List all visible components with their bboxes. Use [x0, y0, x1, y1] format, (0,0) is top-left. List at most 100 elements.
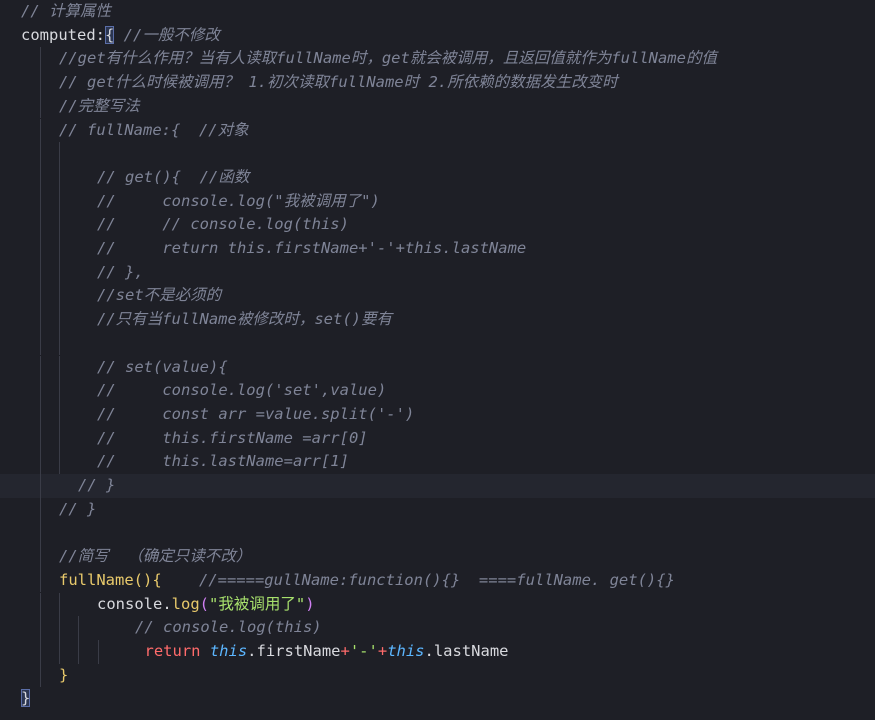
code-text: //完整写法: [59, 95, 140, 119]
code-line[interactable]: }: [0, 687, 875, 711]
code-line[interactable]: // get什么时候被调用？ 1.初次读取fullName时 2.所依赖的数据发…: [0, 71, 875, 95]
indent-guide: [59, 379, 60, 403]
code-token: }: [59, 665, 69, 684]
indent-guide: [40, 568, 41, 593]
code-text: console.log("我被调用了"): [97, 593, 315, 617]
code-token: +: [377, 641, 388, 660]
code-text: // }: [59, 498, 96, 522]
indent-guide: [40, 426, 41, 451]
indent-guide: [40, 165, 41, 190]
code-line[interactable]: //简写 （确定只读不改）: [0, 545, 875, 569]
code-text: }: [59, 664, 68, 688]
code-text: // console.log(this): [135, 616, 322, 640]
code-token: ): [305, 594, 315, 613]
code-line[interactable]: // this.lastName=arr[1]: [0, 450, 875, 474]
code-line[interactable]: [0, 521, 875, 546]
code-text: // set(value){: [97, 356, 228, 380]
code-text: //简写 （确定只读不改）: [59, 545, 251, 569]
code-line[interactable]: computed:{ //一般不修改: [0, 24, 875, 48]
code-token: //set不是必须的: [97, 286, 222, 305]
code-line[interactable]: // 计算属性: [0, 0, 875, 24]
code-token: //get有什么作用？当有人读取fullName时，get就会被调用，且返回值就…: [59, 49, 717, 68]
code-line[interactable]: // const arr =value.split('-'): [0, 402, 875, 427]
code-token: console: [97, 594, 163, 613]
code-token: this: [209, 641, 248, 660]
indent-guide: [59, 213, 60, 237]
code-line[interactable]: [0, 142, 875, 166]
code-text: return this.firstName+'-'+this.lastName: [145, 640, 509, 664]
code-line[interactable]: // return this.firstName+'-'+this.lastNa…: [0, 237, 875, 261]
indent-guide: [78, 639, 79, 664]
code-line[interactable]: }: [0, 663, 875, 688]
code-token: // }: [78, 476, 116, 494]
code-line[interactable]: // this.firstName =arr[0]: [0, 426, 875, 451]
code-token: // get什么时候被调用？ 1.初次读取fullName时 2.所依赖的数据发…: [59, 73, 618, 92]
indent-guide: [98, 639, 99, 664]
code-text: // get(){ //函数: [97, 166, 249, 190]
indent-guide: [40, 118, 41, 143]
code-line[interactable]: return this.firstName+'-'+this.lastName: [0, 639, 875, 664]
indent-guide: [40, 213, 41, 237]
code-token: }: [21, 689, 31, 708]
code-token: computed:: [21, 25, 105, 44]
code-token: +: [340, 641, 350, 660]
indent-guide: [40, 592, 41, 617]
code-line[interactable]: // },: [0, 260, 875, 285]
code-token: //完整写法: [59, 96, 140, 115]
indent-guide: [40, 545, 41, 569]
code-line[interactable]: //只有当fullName被修改时，set()要有: [0, 308, 875, 332]
code-token: // },: [97, 262, 144, 281]
code-line[interactable]: // get(){ //函数: [0, 165, 875, 190]
indent-guide: [59, 284, 60, 309]
code-token: .: [162, 594, 172, 613]
indent-guide: [78, 616, 79, 640]
indent-guide: [40, 497, 41, 522]
indent-guide: [40, 379, 41, 403]
code-token: // set(value){: [97, 357, 228, 376]
code-line[interactable]: fullName(){ //=====gullName:function(){}…: [0, 568, 875, 593]
code-text: // fullName:{ //对象: [59, 119, 249, 143]
code-token: .firstName: [247, 641, 341, 660]
code-token: .lastName: [424, 641, 509, 660]
code-line[interactable]: // console.log("我被调用了"): [0, 189, 875, 214]
code-text: // console.log("我被调用了"): [97, 190, 380, 214]
indent-guide: [40, 94, 41, 119]
code-line[interactable]: // console.log('set',value): [0, 379, 875, 403]
code-line[interactable]: // set(value){: [0, 355, 875, 380]
code-text: //set不是必须的: [97, 284, 221, 308]
indent-guide: [40, 260, 41, 285]
indent-guide: [59, 355, 60, 380]
code-token: log: [171, 594, 200, 613]
code-text: // const arr =value.split('-'): [97, 403, 414, 427]
code-line[interactable]: // fullName:{ //对象: [0, 118, 875, 143]
indent-guide: [59, 308, 60, 332]
code-line[interactable]: console.log("我被调用了"): [0, 592, 875, 617]
code-line[interactable]: // // console.log(this): [0, 213, 875, 237]
code-line[interactable]: // console.log(this): [0, 616, 875, 640]
code-text: computed:{ //一般不修改: [21, 24, 220, 48]
code-text: // console.log('set',value): [97, 379, 386, 403]
code-token: // return this.firstName+'-'+this.lastNa…: [97, 239, 527, 257]
code-token: this: [387, 641, 425, 660]
code-line[interactable]: //get有什么作用？当有人读取fullName时，get就会被调用，且返回值就…: [0, 47, 875, 72]
code-line[interactable]: //完整写法: [0, 94, 875, 119]
code-editor[interactable]: // 计算属性 computed:{ //一般不修改//get有什么作用？当有人读…: [0, 0, 875, 720]
code-token: // fullName:{ //对象: [59, 120, 249, 139]
indent-guide: [59, 402, 60, 427]
indent-guide: [59, 592, 60, 617]
code-line[interactable]: // }: [0, 497, 875, 522]
code-token: // console.log('set',value): [97, 381, 387, 400]
code-token: '-': [349, 641, 378, 660]
code-line[interactable]: // }: [0, 474, 875, 498]
indent-guide: [40, 142, 41, 166]
indent-guide: [40, 331, 41, 356]
code-line[interactable]: //set不是必须的: [0, 284, 875, 309]
indent-guide: [40, 474, 41, 498]
indent-guide: [40, 521, 41, 546]
indent-guide: [40, 639, 41, 664]
indent-guide: [40, 189, 41, 214]
code-line[interactable]: [0, 331, 875, 356]
code-token: // console.log("我被调用了"): [97, 191, 380, 210]
code-token: // }: [59, 499, 97, 518]
